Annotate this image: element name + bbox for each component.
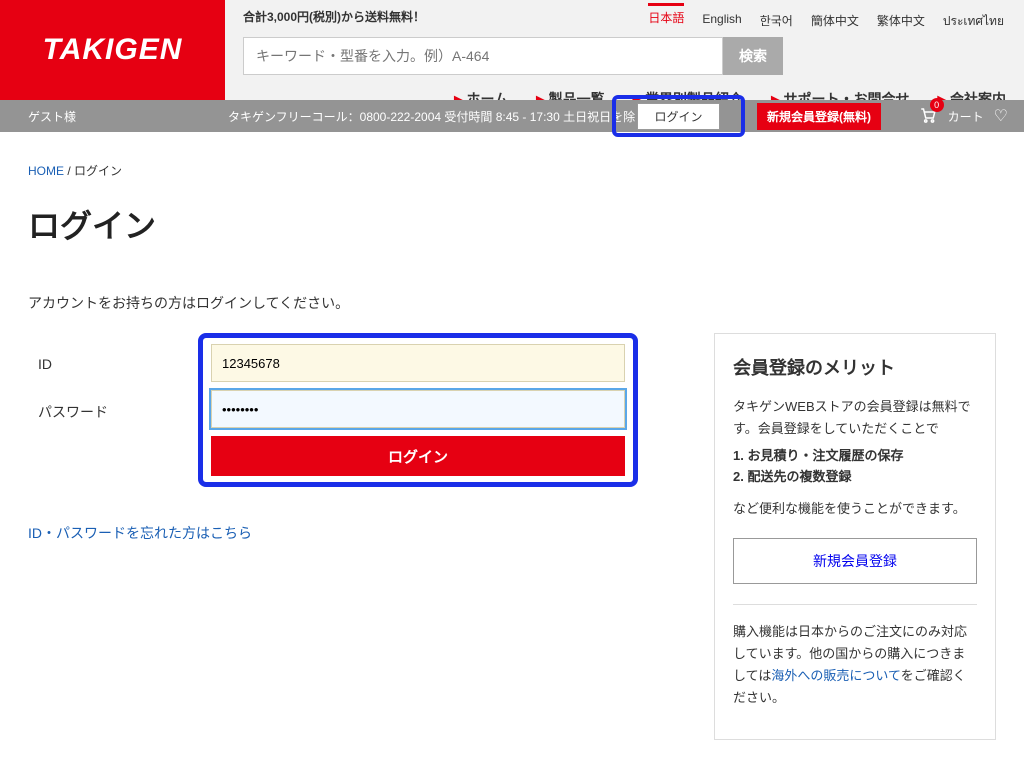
overseas-link[interactable]: 海外への販売について <box>771 668 900 683</box>
lang-ko[interactable]: 한국어 <box>760 6 793 29</box>
forgot-link[interactable]: ID・パスワードを忘れた方はこちら <box>28 525 252 541</box>
header: TAKIGEN 合計3,000円(税別)から送料無料！ 日本語 English … <box>0 0 1024 100</box>
sidebar-intro: タキゲンWEBストアの会員登録は無料です。会員登録をしていただくことで <box>733 396 977 440</box>
login-form-highlight: ログイン <box>198 333 638 487</box>
lang-zh-tw[interactable]: 繁体中文 <box>877 6 925 29</box>
sidebar-note: 購入機能は日本からのご注文にのみ対応しています。他の国からの購入につきましては海… <box>733 621 977 709</box>
login-form-column: ID パスワード ログイン ID・パスワードを忘れた方はこちら <box>28 333 674 543</box>
cart-area: 0 カート ♡ <box>918 106 1008 127</box>
search-button[interactable]: 検索 <box>723 37 783 75</box>
breadcrumb: HOME / ログイン <box>28 162 996 179</box>
id-input[interactable] <box>211 344 625 382</box>
cart-label[interactable]: カート <box>948 108 984 125</box>
sidebar-register-button[interactable]: 新規会員登録 <box>733 538 977 584</box>
heart-icon[interactable]: ♡ <box>994 106 1008 126</box>
header-right: 合計3,000円(税別)から送料無料！ 日本語 English 한국어 簡体中文… <box>225 0 1024 100</box>
cart-badge: 0 <box>930 98 944 112</box>
login-highlight: ログイン <box>612 95 745 137</box>
password-input[interactable] <box>211 390 625 428</box>
divider <box>733 604 977 605</box>
cart-icon[interactable]: 0 <box>918 106 938 127</box>
page-subtitle: アカウントをお持ちの方はログインしてください。 <box>28 293 996 313</box>
id-label: ID <box>28 356 208 372</box>
logo[interactable]: TAKIGEN <box>0 0 225 100</box>
forgot-link-row: ID・パスワードを忘れた方はこちら <box>28 523 674 543</box>
sidebar-title: 会員登録のメリット <box>733 354 977 380</box>
lang-en[interactable]: English <box>702 6 741 26</box>
lang-zh-cn[interactable]: 簡体中文 <box>811 6 859 29</box>
sidebar-register: 会員登録のメリット タキゲンWEBストアの会員登録は無料です。会員登録をしていた… <box>714 333 996 740</box>
benefit-2: 2. 配送先の複数登録 <box>733 467 977 488</box>
lang-ja[interactable]: 日本語 <box>648 3 684 26</box>
language-bar: 日本語 English 한국어 簡体中文 繁体中文 ประเทศไทย <box>648 6 1004 31</box>
lang-th[interactable]: ประเทศไทย <box>943 6 1004 31</box>
search-input[interactable] <box>243 37 723 75</box>
login-submit-button[interactable]: ログイン <box>211 436 625 476</box>
login-button[interactable]: ログイン <box>637 103 719 130</box>
password-label: パスワード <box>28 402 208 422</box>
register-button[interactable]: 新規会員登録(無料) <box>757 103 881 130</box>
breadcrumb-current: ログイン <box>74 164 122 178</box>
sidebar-outro: など便利な機能を使うことができます。 <box>733 498 977 520</box>
search-row: 検索 <box>243 37 1006 75</box>
page-title: ログイン <box>28 201 996 247</box>
page-body: HOME / ログイン ログイン アカウントをお持ちの方はログインしてください。… <box>0 132 1024 780</box>
benefit-1: 1. お見積り・注文履歴の保存 <box>733 446 977 467</box>
guest-label: ゲスト様 <box>28 108 228 125</box>
utility-bar: ゲスト様 タキゲンフリーコール：0800-222-2004 受付時間 8:45 … <box>0 100 1024 132</box>
breadcrumb-home[interactable]: HOME <box>28 164 64 178</box>
